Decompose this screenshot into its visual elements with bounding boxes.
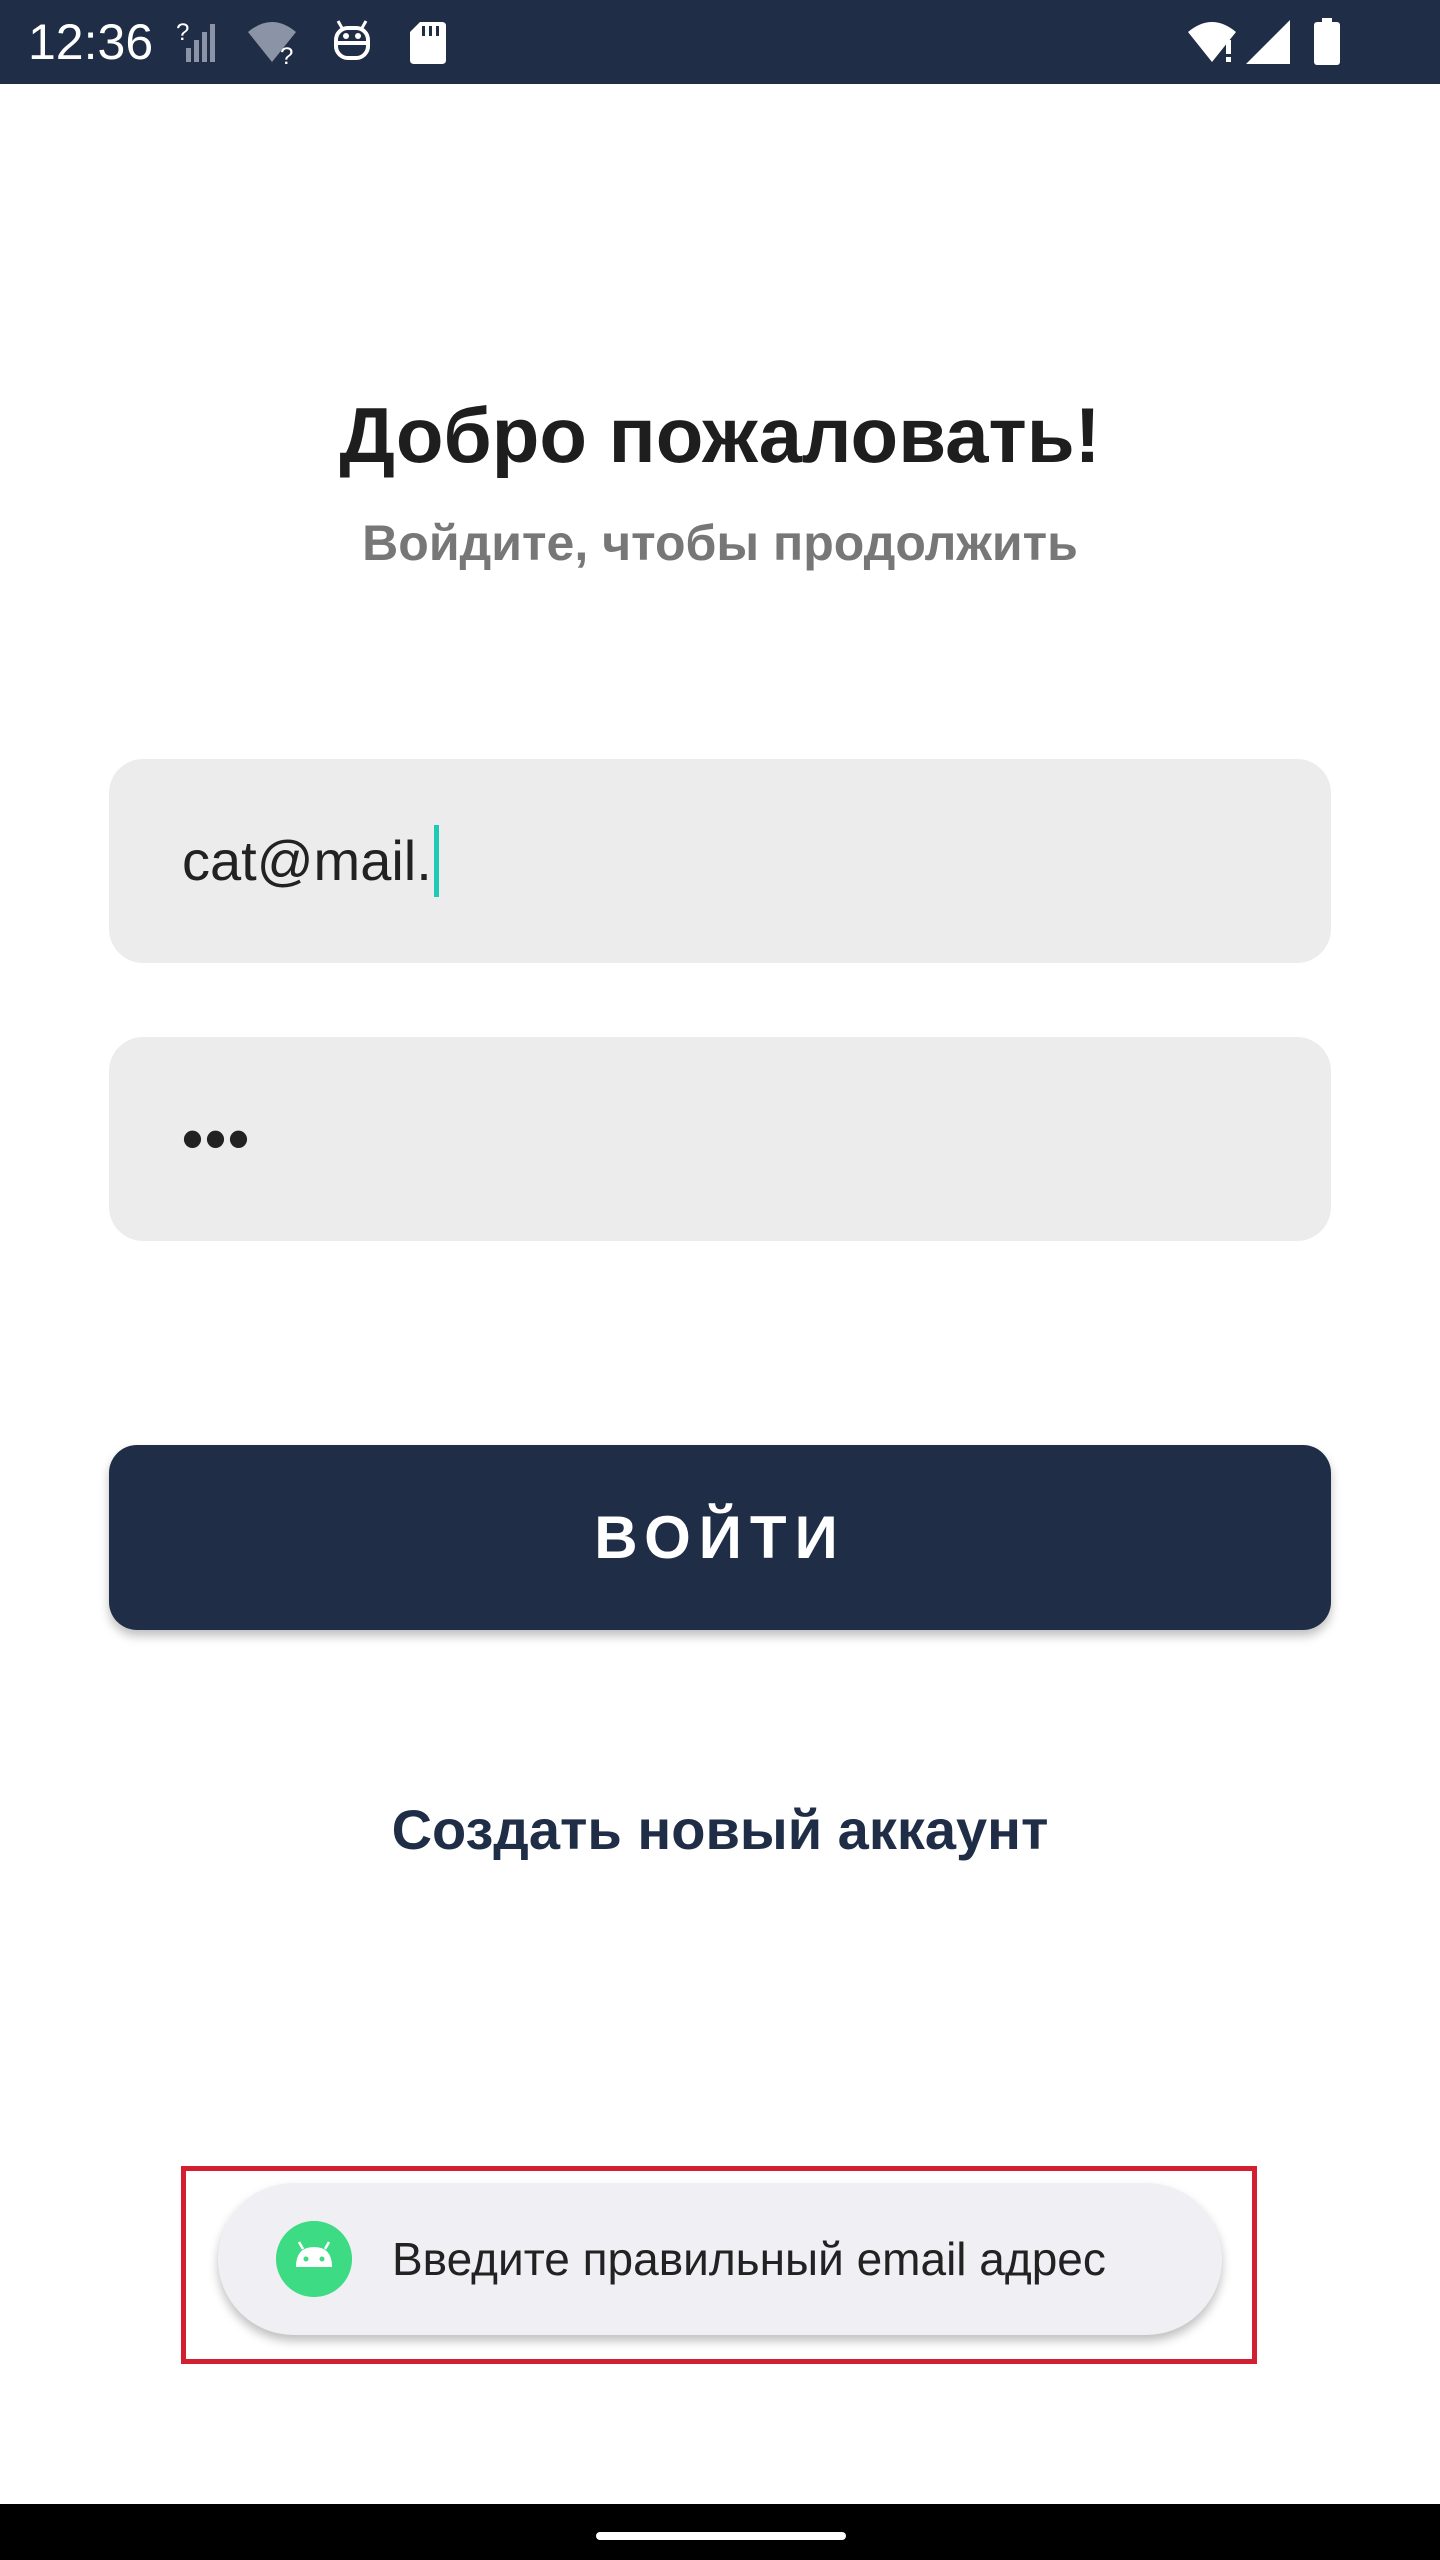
page-subtitle: Войдите, чтобы продолжить [362, 515, 1078, 571]
navigation-bar [0, 2504, 1440, 2560]
login-button[interactable]: ВОЙТИ [109, 1445, 1331, 1630]
email-field[interactable]: cat@mail. [109, 759, 1331, 963]
android-icon [276, 2221, 352, 2297]
svg-text:?: ? [280, 43, 293, 66]
password-field[interactable]: ••• [109, 1037, 1331, 1241]
password-value: ••• [182, 1105, 252, 1172]
toast-text: Введите правильный email адрес [392, 2233, 1106, 2285]
page-title: Добро пожаловать! [339, 391, 1101, 479]
home-handle[interactable] [596, 2532, 846, 2540]
wifi-icon [1186, 18, 1242, 66]
battery-icon [1312, 18, 1342, 66]
text-cursor [433, 825, 439, 898]
status-bar: 12:36 ? ? [0, 0, 1440, 84]
robot-icon [332, 18, 372, 66]
email-value: cat@mail. [182, 829, 432, 892]
toast-message: Введите правильный email адрес [218, 2183, 1222, 2335]
svg-text:?: ? [176, 19, 189, 46]
wifi-unknown-icon: ? [246, 18, 302, 66]
signal-unknown-icon: ? [176, 18, 216, 66]
email-input-text: cat@mail. [182, 759, 439, 963]
create-account-link[interactable]: Создать новый аккаунт [0, 1790, 1440, 1870]
sd-card-icon [408, 18, 448, 66]
status-time: 12:36 [28, 14, 154, 70]
cell-signal-icon [1244, 18, 1292, 66]
